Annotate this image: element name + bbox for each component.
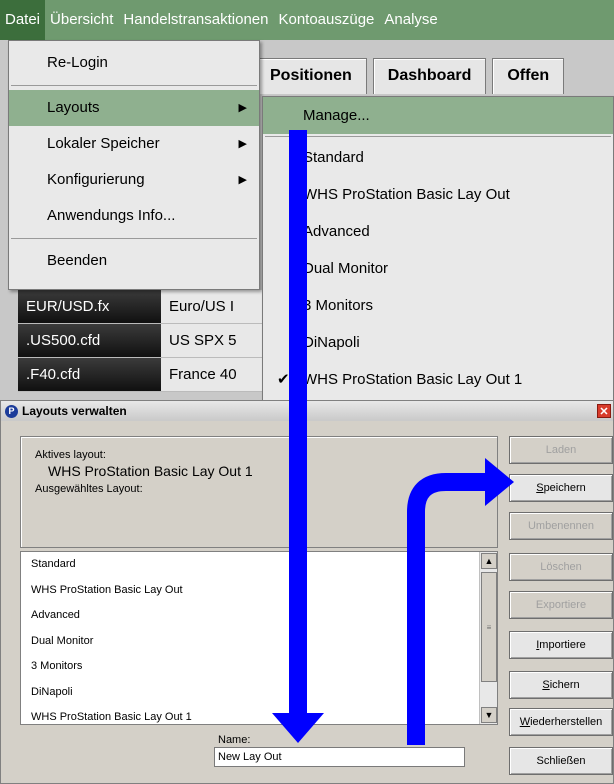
list-item[interactable]: Standard — [21, 552, 497, 578]
quote-row[interactable]: .US500.cfd US SPX 5 — [18, 324, 268, 358]
layout-info-panel: Aktives layout: WHS ProStation Basic Lay… — [20, 436, 498, 548]
submenu-item-layout[interactable]: DiNapoli — [263, 324, 613, 361]
menu-analyse[interactable]: Analyse — [379, 0, 442, 40]
menu-separator — [11, 238, 257, 239]
menu-item-configuration[interactable]: Konfigurierung ▶ — [9, 162, 259, 198]
backup-button[interactable]: Sichern — [509, 671, 613, 699]
quote-name: Euro/US I — [161, 290, 268, 323]
menu-item-label: Konfigurierung — [47, 171, 145, 188]
list-item[interactable]: DiNapoli — [21, 680, 497, 706]
quote-row[interactable]: .F40.cfd France 40 — [18, 358, 268, 392]
save-button[interactable]: Speichern — [509, 474, 613, 502]
list-scrollbar[interactable]: ▲ ≡ ▼ — [479, 552, 497, 724]
dialog-titlebar: P Layouts verwalten ✕ — [1, 401, 613, 421]
tab-strip: Positionen Dashboard Offen — [255, 58, 570, 94]
restore-button[interactable]: Wiederherstellen — [509, 708, 613, 736]
submenu-item-layout[interactable]: WHS ProStation Basic Lay Out — [263, 176, 613, 213]
quote-name: US SPX 5 — [161, 324, 268, 357]
menu-item-label: Layouts — [47, 99, 100, 116]
menu-separator — [11, 85, 257, 86]
rename-button[interactable]: Umbenennen — [509, 512, 613, 540]
menu-uebersicht[interactable]: Übersicht — [45, 0, 118, 40]
menu-separator — [265, 136, 611, 137]
list-item[interactable]: WHS ProStation Basic Lay Out 1 — [21, 705, 497, 724]
list-item[interactable]: Advanced — [21, 603, 497, 629]
submenu-item-manage[interactable]: Manage... — [263, 97, 613, 134]
quote-row[interactable]: EUR/USD.fx Euro/US I — [18, 290, 268, 324]
quotes-table: EUR/USD.fx Euro/US I .US500.cfd US SPX 5… — [18, 290, 268, 392]
submenu-item-layout[interactable]: Dual Monitor — [263, 250, 613, 287]
submenu-arrow-icon: ▶ — [238, 174, 247, 186]
quote-name: France 40 — [161, 358, 268, 391]
scroll-thumb[interactable]: ≡ — [481, 572, 497, 682]
menu-item-app-info[interactable]: Anwendungs Info... — [9, 198, 259, 234]
quote-symbol: .F40.cfd — [18, 358, 161, 391]
tab-dashboard[interactable]: Dashboard — [372, 58, 487, 94]
menu-datei[interactable]: Datei — [0, 0, 46, 40]
quote-symbol: EUR/USD.fx — [18, 290, 161, 323]
tab-positionen[interactable]: Positionen — [255, 58, 367, 94]
name-input[interactable]: New Lay Out — [214, 747, 465, 767]
list-item[interactable]: Dual Monitor — [21, 629, 497, 655]
checkmark-icon: ✔ — [277, 371, 290, 388]
restore-button-mnemonic: W — [519, 716, 531, 728]
list-item[interactable]: 3 Monitors — [21, 654, 497, 680]
menu-item-local-storage[interactable]: Lokaler Speicher ▶ — [9, 126, 259, 162]
menu-kontoauszuege[interactable]: Kontoauszüge — [273, 0, 379, 40]
menu-item-layouts[interactable]: Layouts ▶ — [9, 90, 259, 126]
backup-button-label: ichern — [549, 679, 580, 691]
submenu-item-layout[interactable]: Standard — [263, 139, 613, 176]
export-button[interactable]: Exportiere — [509, 591, 613, 619]
load-button[interactable]: Laden — [509, 436, 613, 464]
import-button[interactable]: Importiere — [509, 631, 613, 659]
close-button[interactable]: Schließen — [509, 747, 613, 775]
active-layout-value: WHS ProStation Basic Lay Out 1 — [48, 463, 253, 479]
menu-bar: Datei Übersicht Handelstransaktionen Kon… — [0, 0, 614, 40]
menu-item-label: Lokaler Speicher — [47, 135, 160, 152]
layouts-dialog: P Layouts verwalten ✕ Aktives layout: WH… — [0, 400, 614, 784]
file-menu: Re-Login Layouts ▶ Lokaler Speicher ▶ Ko… — [8, 40, 260, 290]
menu-item-exit[interactable]: Beenden — [9, 243, 259, 279]
layouts-submenu: Manage... Standard WHS ProStation Basic … — [262, 96, 614, 402]
scroll-up-icon[interactable]: ▲ — [481, 553, 497, 569]
layouts-listbox[interactable]: Standard WHS ProStation Basic Lay Out Ad… — [20, 551, 498, 725]
quote-symbol: .US500.cfd — [18, 324, 161, 357]
app-icon: P — [5, 404, 18, 418]
submenu-item-layout-checked[interactable]: ✔ WHS ProStation Basic Lay Out 1 — [263, 361, 613, 398]
tab-offen[interactable]: Offen — [492, 58, 565, 94]
menu-handelstransaktionen[interactable]: Handelstransaktionen — [118, 0, 273, 40]
backup-button-mnemonic: S — [542, 679, 550, 691]
menu-item-relogin[interactable]: Re-Login — [9, 45, 259, 81]
submenu-arrow-icon: ▶ — [238, 102, 247, 114]
list-item[interactable]: WHS ProStation Basic Lay Out — [21, 578, 497, 604]
save-button-mnemonic: S — [536, 482, 544, 494]
restore-button-label: iederherstellen — [530, 716, 603, 728]
selected-layout-label: Ausgewähltes Layout: — [35, 483, 143, 495]
submenu-arrow-icon: ▶ — [238, 138, 247, 150]
close-icon[interactable]: ✕ — [597, 404, 611, 418]
submenu-item-label: WHS ProStation Basic Lay Out 1 — [303, 371, 523, 388]
save-button-label: peichern — [543, 482, 586, 494]
scroll-down-icon[interactable]: ▼ — [481, 707, 497, 723]
delete-button[interactable]: Löschen — [509, 553, 613, 581]
import-button-label: mportiere — [539, 639, 586, 651]
active-layout-label: Aktives layout: — [35, 449, 106, 461]
name-label: Name: — [218, 734, 251, 746]
submenu-item-layout[interactable]: 3 Monitors — [263, 287, 613, 324]
dialog-title: Layouts verwalten — [22, 404, 127, 418]
submenu-item-layout[interactable]: Advanced — [263, 213, 613, 250]
